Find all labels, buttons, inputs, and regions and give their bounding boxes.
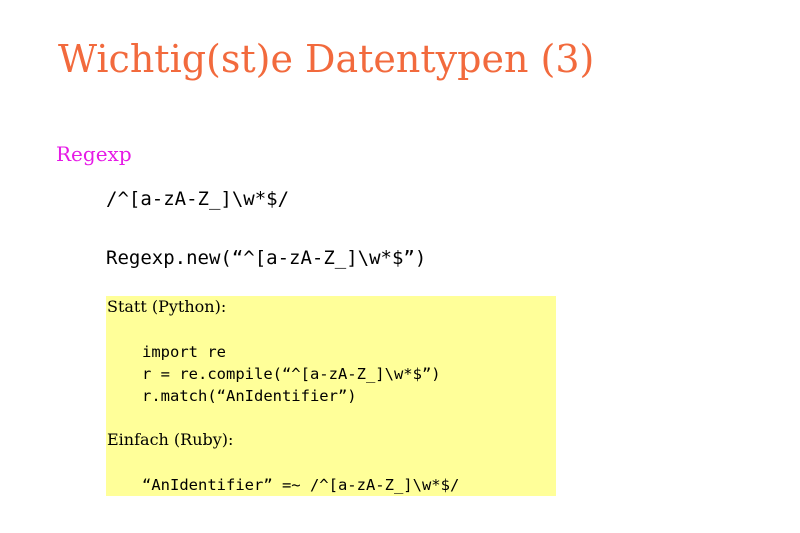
- regexp-new-line: Regexp.new(“^[a-zA-Z_]\w*$”): [106, 247, 427, 269]
- python-code-line: r.match(“AnIdentifier”): [142, 387, 357, 405]
- slide-title: Wichtig(st)e Datentypen (3): [58, 37, 595, 81]
- comparison-box: Statt (Python): import re r = re.compile…: [106, 296, 556, 496]
- ruby-code-line: “AnIdentifier” =~ /^[a-zA-Z_]\w*$/: [142, 476, 460, 494]
- regexp-literal-line: /^[a-zA-Z_]\w*$/: [106, 188, 290, 210]
- python-code-line: import re: [142, 343, 226, 361]
- ruby-heading: Einfach (Ruby):: [107, 430, 234, 449]
- python-heading: Statt (Python):: [107, 297, 227, 316]
- section-label-regexp: Regexp: [56, 142, 132, 166]
- python-code-line: r = re.compile(“^[a-zA-Z_]\w*$”): [142, 365, 441, 383]
